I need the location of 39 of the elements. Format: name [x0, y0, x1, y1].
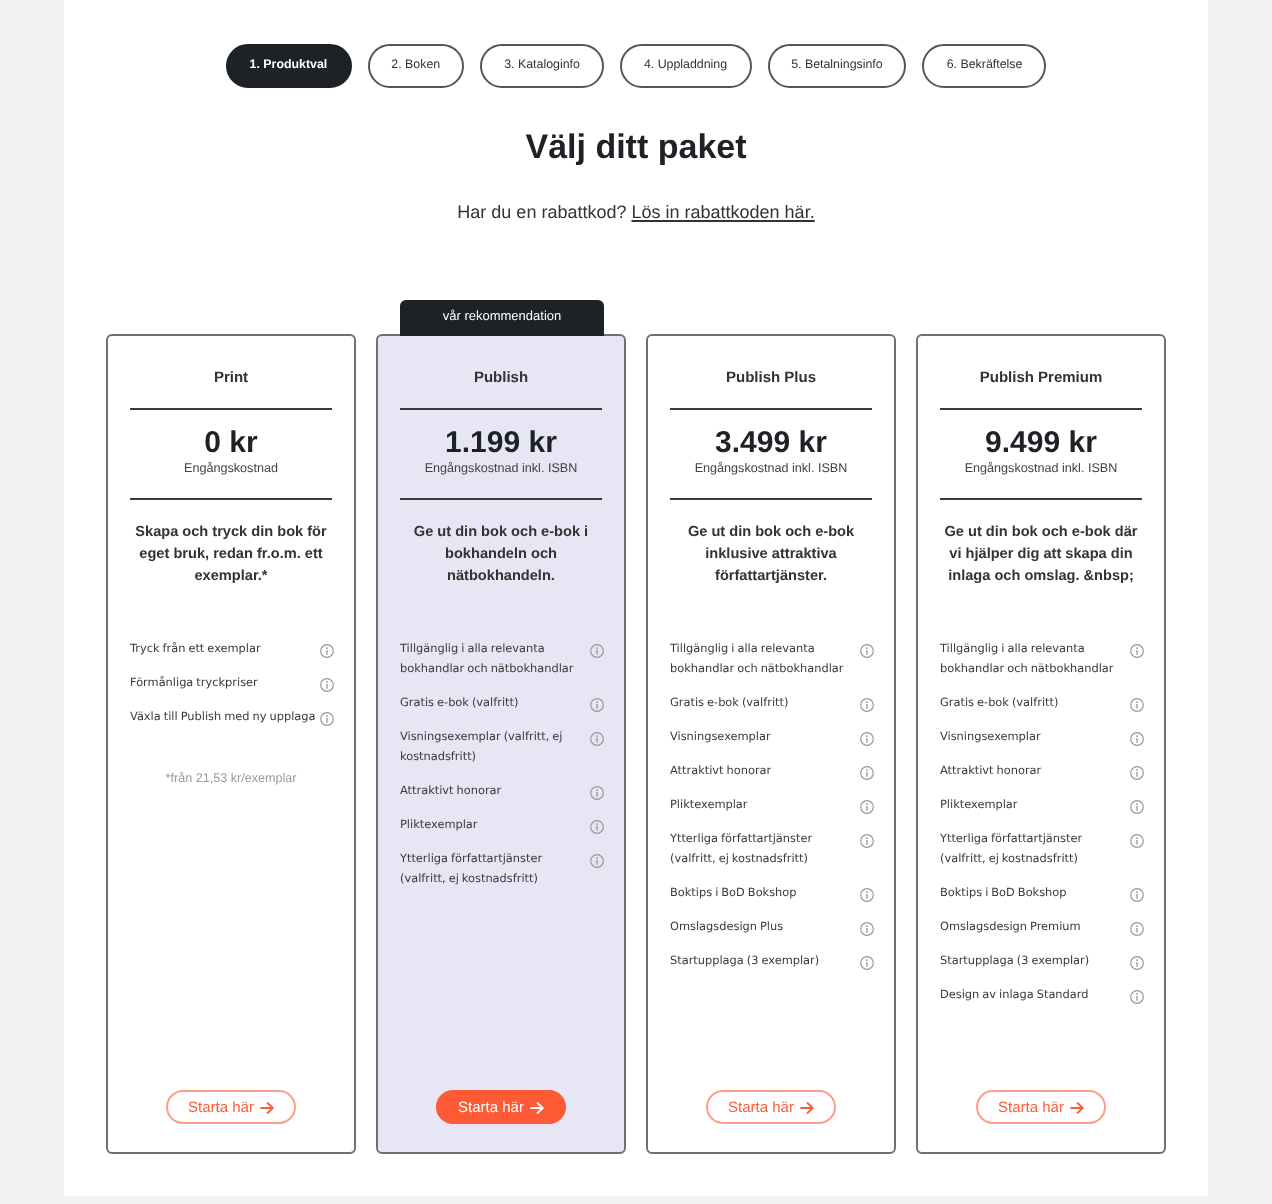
- info-icon[interactable]: [320, 711, 334, 725]
- info-icon[interactable]: [1130, 887, 1144, 901]
- info-icon[interactable]: [860, 799, 874, 813]
- info-icon[interactable]: [1130, 799, 1144, 813]
- arrow-right-icon: [799, 1101, 814, 1113]
- info-icon[interactable]: [1130, 731, 1144, 745]
- info-icon[interactable]: [1130, 921, 1144, 935]
- price: 3.499 kr: [713, 426, 829, 460]
- redeem-code-link[interactable]: Lös in rabattkoden här.: [631, 202, 815, 222]
- info-icon[interactable]: [860, 955, 874, 969]
- info-icon[interactable]: [590, 643, 604, 657]
- info-icon[interactable]: [590, 697, 604, 711]
- info-icon[interactable]: [860, 887, 874, 901]
- info-icon[interactable]: [1130, 833, 1144, 847]
- info-icon[interactable]: [590, 853, 604, 867]
- page-title: Välj ditt paket: [523, 128, 749, 168]
- info-icon[interactable]: [590, 731, 604, 745]
- discount-question: Har du en rabattkod?: [457, 202, 627, 222]
- info-icon[interactable]: [1130, 643, 1144, 657]
- arrow-right-icon: [529, 1101, 544, 1113]
- info-icon[interactable]: [860, 921, 874, 935]
- info-icon[interactable]: [320, 677, 334, 691]
- info-icon[interactable]: [1130, 955, 1144, 969]
- arrow-right-icon: [259, 1101, 274, 1113]
- info-icon[interactable]: [1130, 989, 1144, 1003]
- price: 9.499 kr: [983, 426, 1099, 460]
- info-icon[interactable]: [860, 731, 874, 745]
- price: 1.199 kr: [443, 426, 559, 460]
- info-icon[interactable]: [860, 833, 874, 847]
- info-icon[interactable]: [1130, 697, 1144, 711]
- info-icon[interactable]: [320, 643, 334, 657]
- info-icon[interactable]: [590, 819, 604, 833]
- price: 0 kr: [202, 426, 260, 460]
- arrow-right-icon: [1069, 1101, 1084, 1113]
- info-icon[interactable]: [860, 643, 874, 657]
- info-icon[interactable]: [860, 765, 874, 779]
- info-icon[interactable]: [590, 785, 604, 799]
- info-icon[interactable]: [860, 697, 874, 711]
- info-icon[interactable]: [1130, 765, 1144, 779]
